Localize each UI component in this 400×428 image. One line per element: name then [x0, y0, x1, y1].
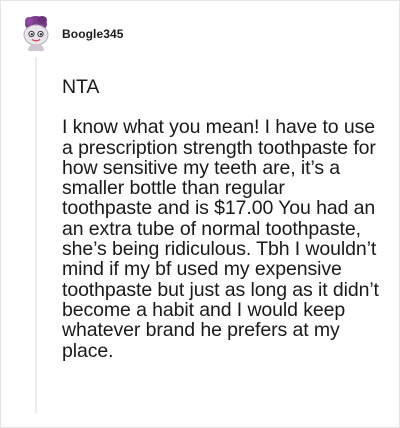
avatar-image	[23, 16, 49, 51]
comment-card: Boogle345 NTA I know what you mean! I ha…	[0, 0, 400, 428]
thread-line[interactable]	[35, 57, 37, 413]
snoo-avatar-icon[interactable]	[20, 15, 52, 51]
comment-paragraph: I know what you mean! I have to use a pr…	[62, 116, 379, 362]
comment-body: NTA I know what you mean! I have to use …	[62, 77, 380, 361]
comment-author[interactable]: Boogle345	[62, 27, 124, 41]
comment-paragraph: NTA	[62, 76, 100, 98]
